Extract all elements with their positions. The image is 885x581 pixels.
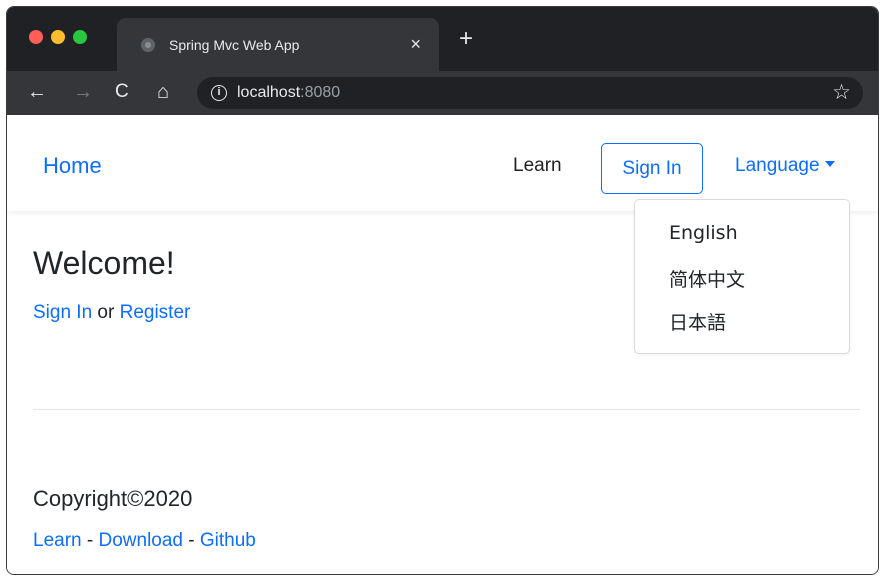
register-link[interactable]: Register	[120, 302, 191, 323]
auth-links: Sign In or Register	[33, 302, 190, 324]
footer-github-link[interactable]: Github	[200, 530, 256, 551]
browser-toolbar: ← → C ⌂ i localhost:8080 ☆	[7, 71, 878, 115]
language-dropdown-menu: English 简体中文 日本語	[634, 199, 850, 354]
back-icon[interactable]: ←	[27, 81, 47, 103]
content-divider	[33, 409, 860, 410]
language-option-japanese[interactable]: 日本語	[669, 308, 726, 335]
sign-in-button[interactable]: Sign In	[601, 143, 703, 194]
favicon-icon	[141, 38, 155, 52]
footer-download-link[interactable]: Download	[99, 530, 184, 551]
url-port: :8080	[300, 84, 341, 101]
language-dropdown-toggle[interactable]: Language	[735, 155, 835, 177]
info-icon[interactable]: i	[211, 85, 227, 101]
footer-separator: -	[183, 530, 200, 551]
site-navbar: Home Learn Sign In Language	[7, 115, 878, 211]
tab-strip: Spring Mvc Web App × +	[7, 7, 878, 71]
home-link[interactable]: Home	[43, 153, 102, 179]
welcome-heading: Welcome!	[33, 245, 175, 281]
maximize-window-button[interactable]	[73, 30, 87, 44]
footer-links: Learn - Download - Github	[33, 530, 256, 552]
home-icon[interactable]: ⌂	[157, 81, 169, 103]
close-tab-icon[interactable]: ×	[410, 33, 421, 55]
footer-separator: -	[81, 530, 99, 551]
nav-learn-link[interactable]: Learn	[513, 155, 562, 177]
close-window-button[interactable]	[29, 30, 43, 44]
caret-down-icon	[824, 161, 835, 167]
copyright-text: Copyright©2020	[33, 486, 193, 511]
sign-in-link[interactable]: Sign In	[33, 302, 92, 323]
forward-icon[interactable]: →	[73, 81, 93, 103]
minimize-window-button[interactable]	[51, 30, 65, 44]
tab-title: Spring Mvc Web App	[169, 37, 300, 53]
or-text: or	[92, 302, 120, 323]
tab-spring-mvc-web-app[interactable]: Spring Mvc Web App ×	[117, 18, 439, 71]
footer-learn-link[interactable]: Learn	[33, 530, 82, 551]
address-bar[interactable]: i localhost:8080 ☆	[197, 77, 863, 109]
language-label: Language	[735, 155, 820, 176]
new-tab-icon[interactable]: +	[459, 27, 473, 51]
web-page: Home Learn Sign In Language English 简体中文…	[7, 115, 878, 574]
bookmark-star-icon[interactable]: ☆	[832, 80, 851, 106]
language-option-english[interactable]: English	[669, 222, 738, 244]
url-host: localhost	[237, 84, 301, 101]
language-option-simplified-chinese[interactable]: 简体中文	[669, 265, 745, 292]
reload-icon[interactable]: C	[115, 81, 129, 103]
browser-window: Spring Mvc Web App × + ← → C ⌂ i localho…	[6, 6, 879, 575]
url-text[interactable]: localhost:8080	[237, 84, 340, 102]
